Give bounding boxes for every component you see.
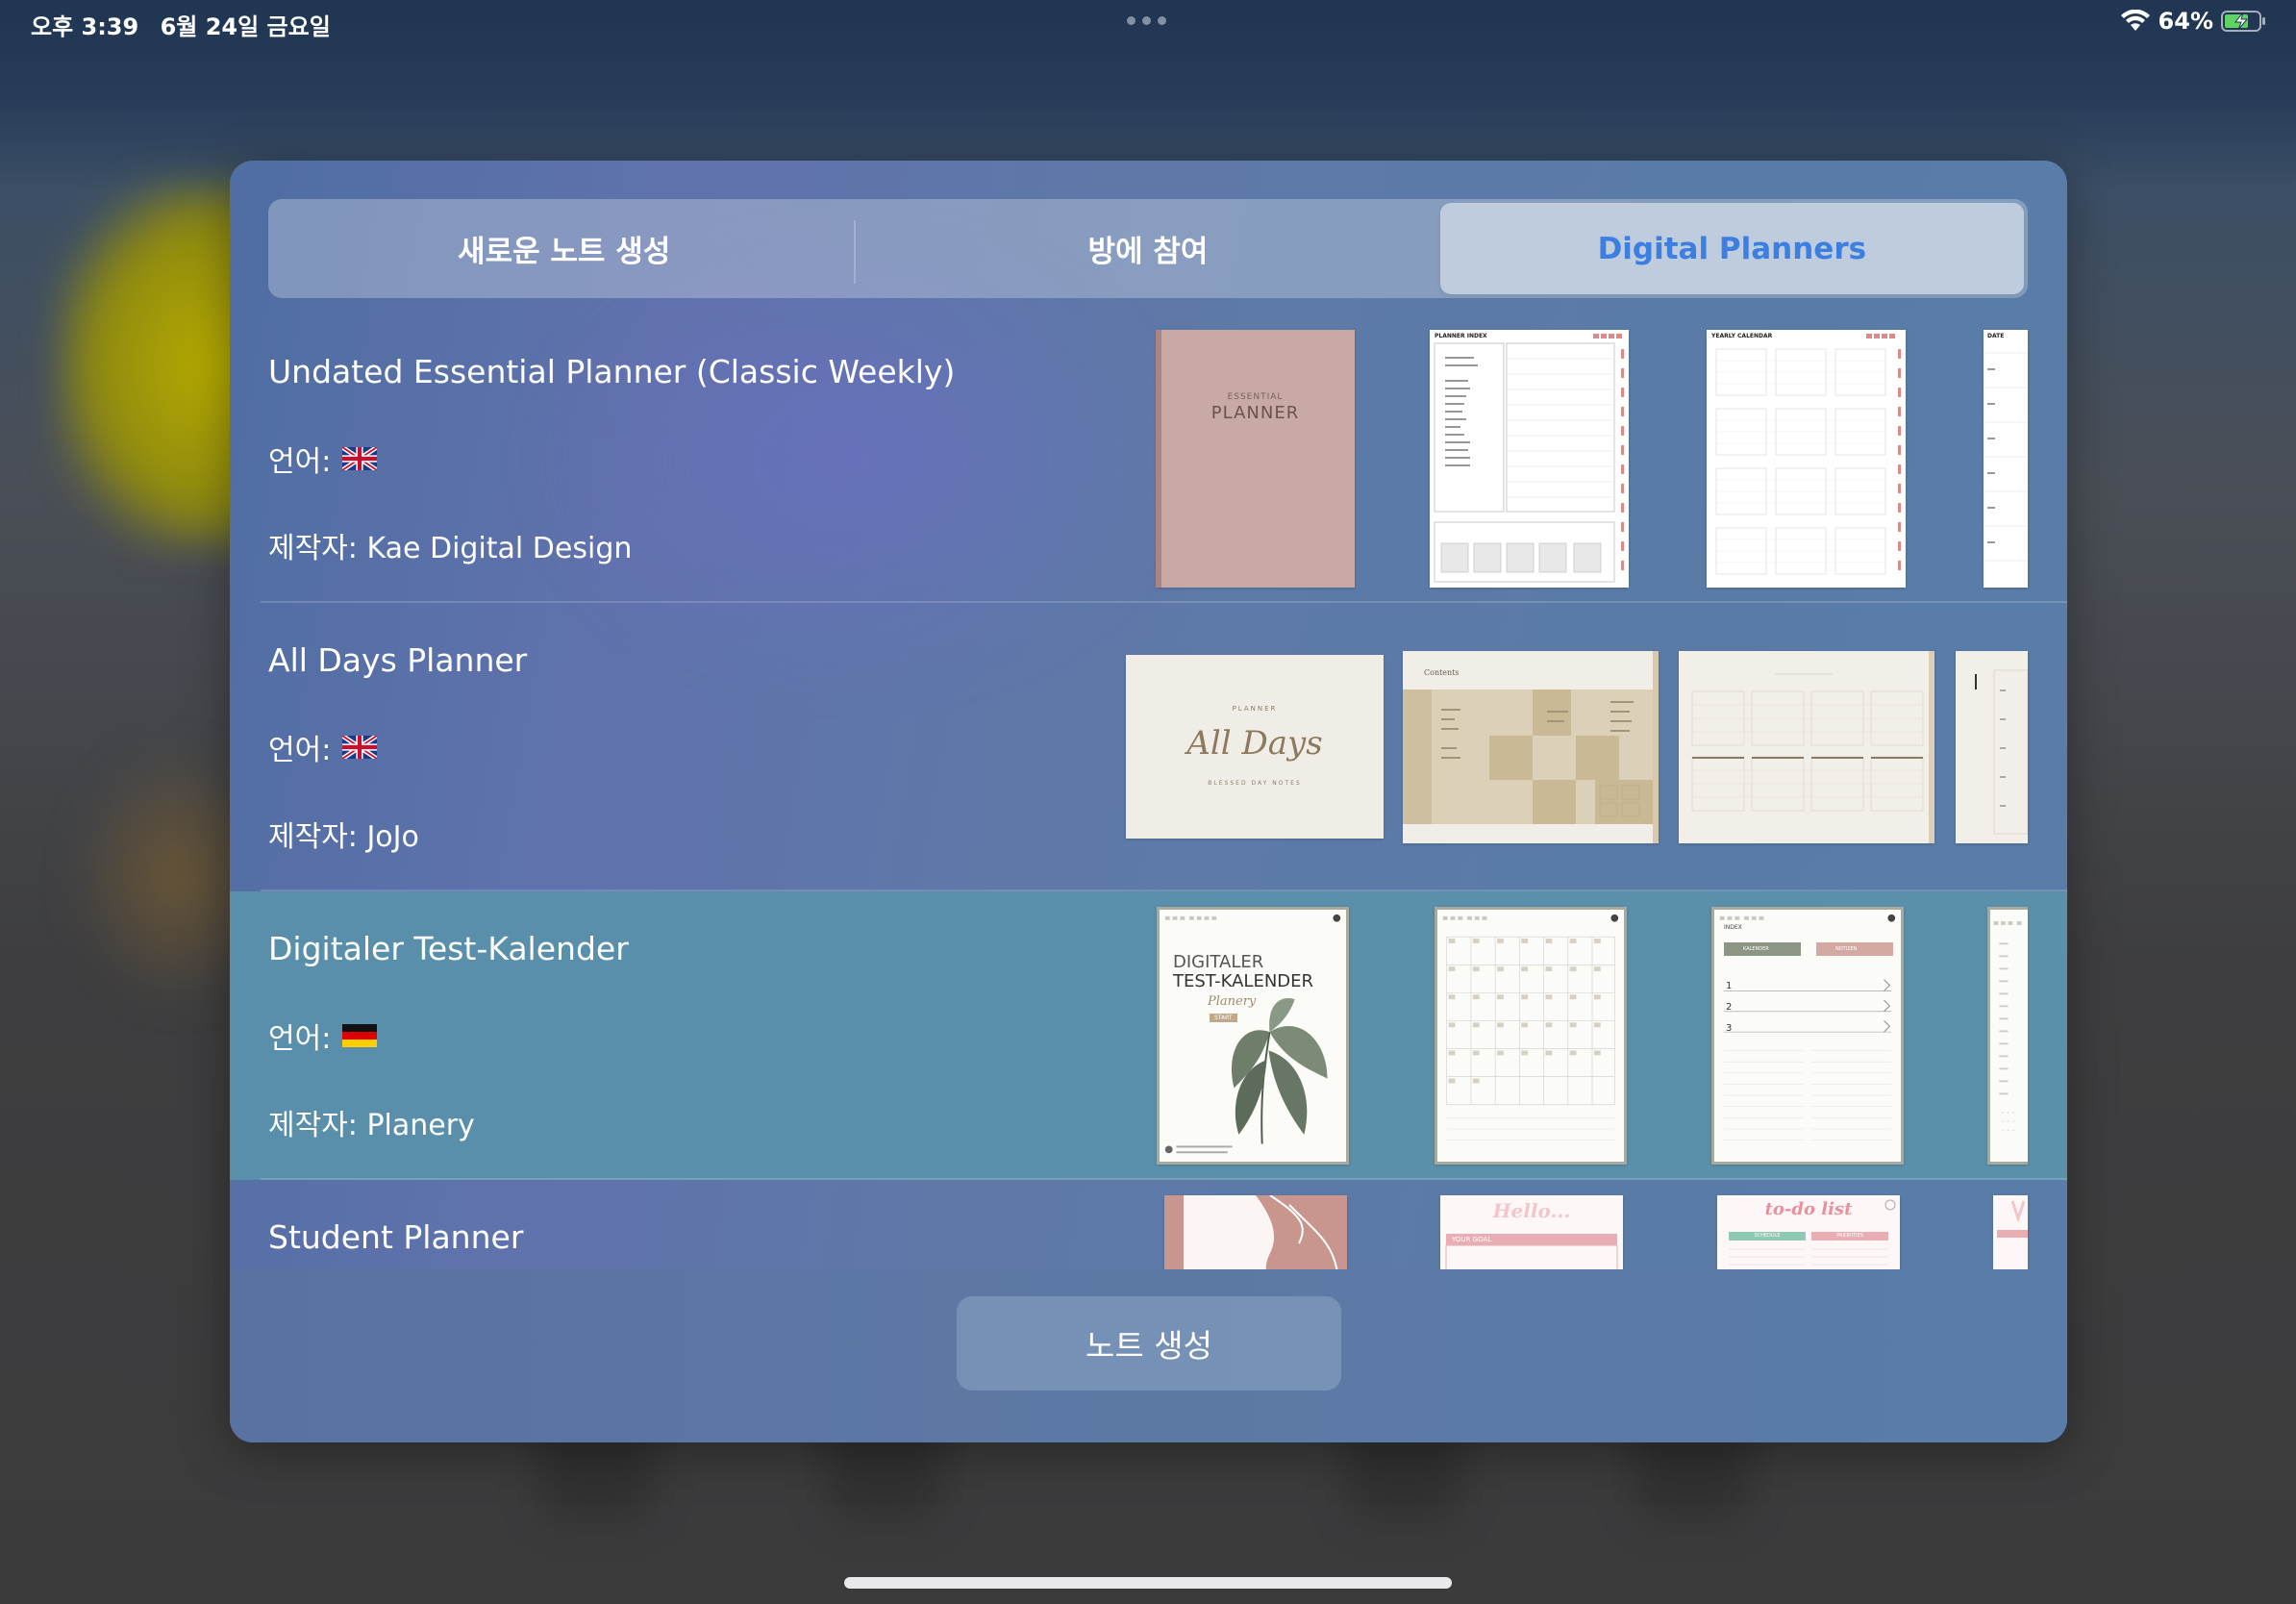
language-label: 언어:: [268, 445, 332, 479]
page-title: to-do list: [1764, 1199, 1853, 1219]
index-item: 3: [1726, 1023, 1733, 1034]
uk-flag-icon: [342, 736, 378, 759]
page-subtitle: YOUR GOAL: [1446, 1234, 1617, 1245]
planner-title: Digitaler Test-Kalender: [268, 930, 629, 967]
planner-page-thumbnail[interactable]: [1164, 1195, 1347, 1269]
planner-author: 제작자: JoJo: [268, 820, 419, 854]
index-item: 1: [1726, 981, 1733, 991]
planner-page-thumbnail[interactable]: [1993, 1195, 2028, 1269]
planner-page-thumbnail[interactable]: [1679, 651, 1934, 843]
planner-page-thumbnail[interactable]: Contents: [1403, 651, 1659, 843]
tab-digital-planners[interactable]: Digital Planners: [1439, 203, 2024, 294]
status-date: 6월 24일 금요일: [160, 13, 331, 40]
planner-page-thumbnail[interactable]: DATE: [1984, 330, 2028, 588]
cover-title: TEST-KALENDER: [1173, 971, 1314, 991]
cover-brand: Planery: [1208, 994, 1257, 1009]
new-note-dialog: 새로운 노트 생성 방에 참여 Digital Planners Undated…: [230, 161, 2067, 1442]
list-item-student-planner[interactable]: Student Planner Hello... YOUR GOAL to-do…: [230, 1180, 2067, 1269]
language-label: 언어:: [268, 1022, 332, 1056]
de-flag-icon: [342, 1024, 378, 1047]
planner-page-thumbnail[interactable]: to-do list SCHEDULE PRIORITIES: [1717, 1195, 1900, 1269]
planner-page-thumbnail[interactable]: INDEX KALENDER NOTIZEN 1 2 3: [1711, 907, 1904, 1165]
status-time: 오후 3:39: [31, 13, 139, 40]
home-indicator[interactable]: [844, 1577, 1452, 1589]
planner-language: 언어:: [268, 438, 378, 480]
cover-title: All Days: [1186, 724, 1323, 763]
index-tab-notes: NOTIZEN: [1816, 942, 1893, 956]
cover-title: PLANNER: [1210, 403, 1300, 423]
create-note-button[interactable]: 노트 생성: [957, 1296, 1341, 1391]
cover-subtitle: DIGITALER: [1173, 952, 1264, 972]
planner-page-thumbnail[interactable]: PLANNER All Days BLESSED DAY NOTES: [1126, 655, 1384, 839]
cover-subtitle: ESSENTIAL: [1227, 392, 1284, 402]
list-item-all-days-planner[interactable]: All Days Planner 언어: 제작자: JoJo PLANNER A…: [230, 603, 2067, 891]
cover-subtitle: PLANNER: [1232, 705, 1278, 713]
cover-tagline: BLESSED DAY NOTES: [1208, 780, 1302, 787]
battery-charging-icon: [2221, 11, 2265, 32]
planner-page-thumbnail[interactable]: YEARLY CALENDAR: [1707, 330, 1906, 588]
tab-join-room[interactable]: 방에 참여: [856, 203, 1439, 294]
planner-page-thumbnail[interactable]: [1435, 907, 1627, 1165]
planner-title: Undated Essential Planner (Classic Weekl…: [268, 353, 956, 390]
planner-page-thumbnail[interactable]: Hello... YOUR GOAL: [1440, 1195, 1623, 1269]
planner-page-thumbnail[interactable]: DIGITALER TEST-KALENDER Planery START: [1157, 907, 1349, 1165]
planner-page-thumbnail[interactable]: [1987, 907, 2028, 1165]
cover-start-button: START: [1210, 1014, 1237, 1022]
battery-percent: 64%: [2158, 8, 2213, 35]
planner-title: Student Planner: [268, 1218, 524, 1256]
wifi-icon: [2120, 10, 2150, 31]
page-title: INDEX: [1724, 924, 1742, 931]
todo-column-priorities: PRIORITIES: [1811, 1232, 1888, 1241]
planner-page-thumbnail[interactable]: ESSENTIAL PLANNER: [1156, 330, 1355, 588]
status-bar: 오후 3:39 6월 24일 금요일 64%: [0, 0, 2296, 44]
list-item-undated-essential-planner[interactable]: Undated Essential Planner (Classic Weekl…: [230, 314, 2067, 603]
uk-flag-icon: [342, 447, 378, 470]
language-label: 언어:: [268, 734, 332, 767]
index-tab-calendar: KALENDER: [1724, 942, 1801, 956]
index-item: 2: [1726, 1002, 1733, 1013]
multitasking-dots[interactable]: [1127, 16, 1166, 25]
page-title: Hello...: [1492, 1199, 1571, 1222]
planner-page-thumbnail[interactable]: PLANNER INDEX: [1430, 330, 1629, 588]
planner-title: All Days Planner: [268, 641, 528, 679]
list-item-digitaler-test-kalender[interactable]: Digitaler Test-Kalender 언어: 제작자: Planery…: [230, 891, 2067, 1180]
planner-page-thumbnail[interactable]: [1956, 651, 2028, 843]
todo-column-schedule: SCHEDULE: [1729, 1232, 1806, 1241]
status-left: 오후 3:39 6월 24일 금요일: [31, 8, 344, 41]
planner-language: 언어:: [268, 726, 378, 768]
planner-list[interactable]: Undated Essential Planner (Classic Weekl…: [230, 314, 2067, 1430]
planner-author: 제작자: Planery: [268, 1109, 475, 1142]
dialog-footer: 노트 생성: [230, 1269, 2067, 1442]
tab-new-note[interactable]: 새로운 노트 생성: [272, 203, 857, 294]
status-right: 64%: [2120, 8, 2267, 35]
planner-author: 제작자: Kae Digital Design: [268, 532, 633, 565]
planner-language: 언어:: [268, 1015, 378, 1057]
tab-bar: 새로운 노트 생성 방에 참여 Digital Planners: [268, 199, 2028, 298]
